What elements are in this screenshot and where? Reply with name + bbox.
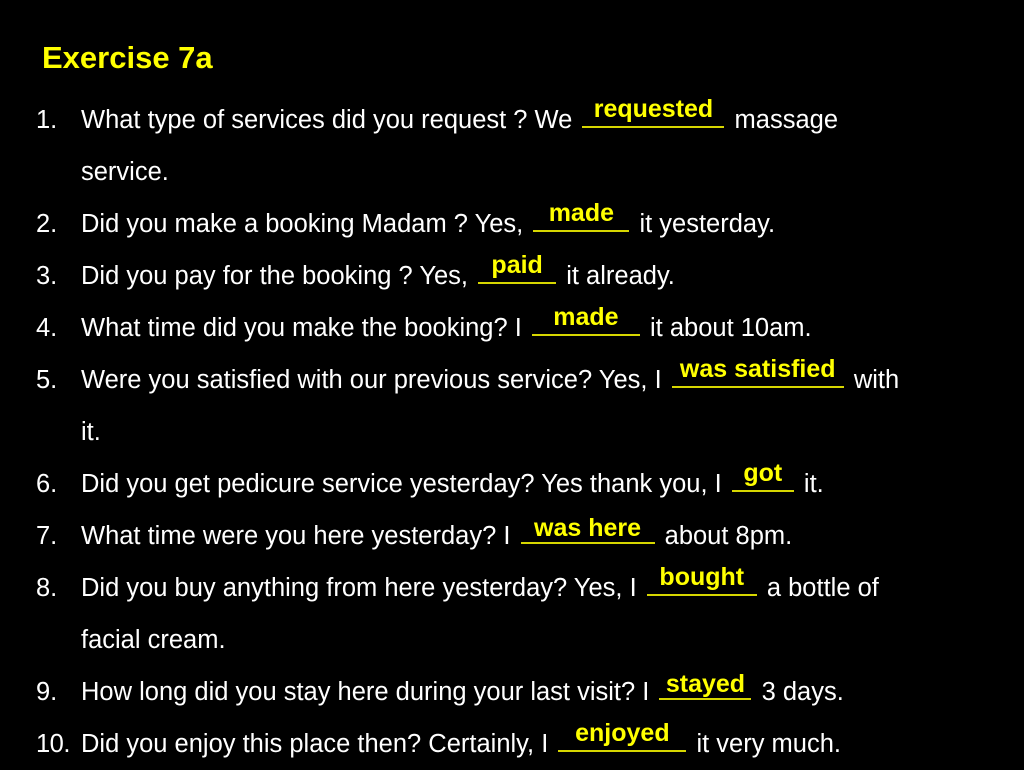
question-tail-text: massage [734,106,839,134]
question-number: 6. [36,470,58,498]
answer-blank-8[interactable]: bought [646,564,757,596]
question-item-10: 10. Did you enjoy this place then? Certa… [36,718,996,770]
exercise-question-list: 1. What type of services did you request… [36,94,996,770]
question-prompt-text: What time were you here yesterday? I [81,522,511,550]
question-number: 1. [36,106,58,134]
question-prompt-text: How long did you stay here during your l… [81,678,650,706]
answer-blank-7[interactable]: was here [520,514,655,544]
answer-blank-2[interactable]: made [533,200,630,232]
question-item-9: 9. How long did you stay here during you… [36,666,996,718]
question-number: 9. [36,678,58,706]
question-tail-text: it. [803,470,824,498]
answer-blank-6[interactable]: got [731,460,794,492]
question-text: Did you enjoy this place then? Certainly… [81,718,996,770]
question-item-6: 6. Did you get pedicure service yesterda… [36,458,996,510]
question-tail-text: 3 days. [761,678,844,706]
question-tail-text: a bottle of [766,574,879,602]
question-tail-text: it already. [566,262,675,290]
slide-canvas: Exercise 7a 1. What type of services did… [0,0,1024,768]
answer-word: made [548,199,615,227]
question-item-5: 5. Were you satisfied with our previous … [36,354,996,458]
question-continuation-line: service. [81,158,169,186]
answer-word: was satisfied [679,355,836,383]
question-prompt-text: What type of services did you request ? … [81,106,573,134]
answer-blank-4[interactable]: made [531,304,640,336]
answer-word: made [553,303,619,331]
question-item-2: 2. Did you make a booking Madam ? Yes, m… [36,198,996,250]
question-line: Did you enjoy this place then? Certainly… [81,718,996,770]
question-number: 7. [36,522,58,550]
question-text: Did you get pedicure service yesterday? … [81,458,996,510]
question-prompt-text: Did you make a booking Madam ? Yes, [81,210,524,238]
page-title: Exercise 7a [42,40,213,75]
question-tail-text: it yesterday. [639,210,776,238]
question-text: What time were you here yesterday? I was… [81,510,996,562]
question-text: What time did you make the booking? I ma… [81,302,996,354]
question-text: Did you buy anything from here yesterday… [81,562,996,666]
answer-blank-5[interactable]: was satisfied [671,356,844,388]
question-line: What type of services did you request ? … [81,94,996,146]
answer-blank-1[interactable]: requested [582,96,725,128]
question-tail-text: it very much. [696,730,842,758]
answer-word: was here [534,514,642,542]
question-line: Did you get pedicure service yesterday? … [81,458,996,510]
question-text: Were you satisfied with our previous ser… [81,354,996,458]
answer-word: stayed [665,670,746,698]
answer-word: bought [659,563,745,591]
question-item-8: 8. Did you buy anything from here yester… [36,562,996,666]
question-tail-text: with [853,366,900,394]
question-prompt-text: Did you pay for the booking ? Yes, [81,262,469,290]
question-text: What type of services did you request ? … [81,94,996,198]
question-text: Did you make a booking Madam ? Yes, made… [81,198,996,250]
answer-blank-9[interactable]: stayed [659,670,752,700]
question-prompt-text: Were you satisfied with our previous ser… [81,366,662,394]
question-continuation-line: it. [81,418,101,446]
question-prompt-text: What time did you make the booking? I [81,314,522,342]
question-prompt-text: Did you get pedicure service yesterday? … [81,470,722,498]
question-prompt-text: Did you buy anything from here yesterday… [81,574,637,602]
question-line: Did you buy anything from here yesterday… [81,562,996,614]
question-text: Did you pay for the booking ? Yes, paid … [81,250,996,302]
question-continuation-line: facial cream. [81,626,226,654]
question-line: What time were you here yesterday? I was… [81,510,996,562]
question-number: 8. [36,574,58,602]
answer-word: enjoyed [575,719,670,747]
answer-word: paid [491,251,543,279]
question-line: Were you satisfied with our previous ser… [81,354,996,406]
question-line: Did you pay for the booking ? Yes, paid … [81,250,996,302]
question-item-4: 4. What time did you make the booking? I… [36,302,996,354]
answer-blank-10[interactable]: enjoyed [558,720,687,752]
question-prompt-text: Did you enjoy this place then? Certainly… [81,730,549,758]
question-line: What time did you make the booking? I ma… [81,302,996,354]
answer-word: requested [593,95,714,123]
question-number: 3. [36,262,58,290]
question-item-7: 7. What time were you here yesterday? I … [36,510,996,562]
question-tail-text: it about 10am. [650,314,812,342]
question-line: Did you make a booking Madam ? Yes, made… [81,198,996,250]
answer-blank-3[interactable]: paid [478,252,557,284]
question-number: 5. [36,366,58,394]
question-text: How long did you stay here during your l… [81,666,996,718]
question-tail-text: about 8pm. [664,522,793,550]
answer-word: got [743,459,783,487]
question-number: 10. [36,730,70,758]
question-item-1: 1. What type of services did you request… [36,94,996,198]
question-number: 2. [36,210,58,238]
question-item-3: 3. Did you pay for the booking ? Yes, pa… [36,250,996,302]
question-line: How long did you stay here during your l… [81,666,996,718]
question-number: 4. [36,314,58,342]
